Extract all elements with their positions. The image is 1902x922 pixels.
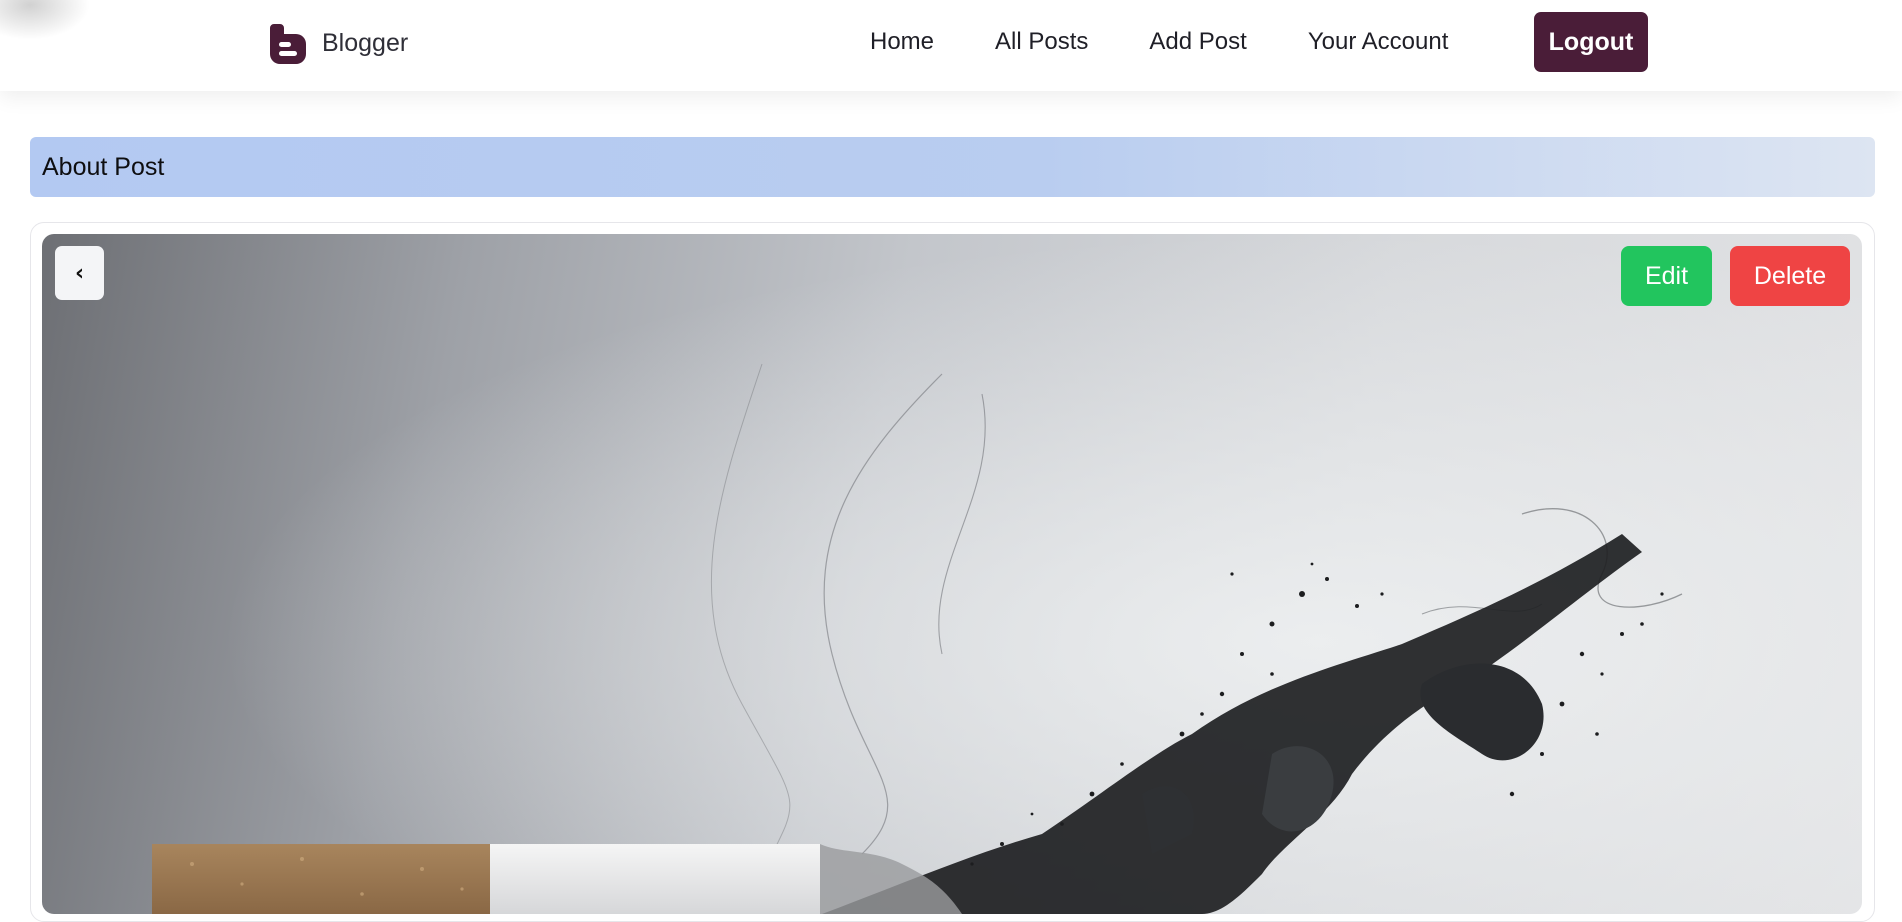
- section-title: About Post: [42, 152, 165, 181]
- logout-button[interactable]: Logout: [1534, 12, 1648, 72]
- nav-link-all-posts[interactable]: All Posts: [995, 28, 1088, 56]
- nav-link-home[interactable]: Home: [870, 28, 934, 56]
- edit-button[interactable]: Edit: [1621, 246, 1712, 306]
- back-button[interactable]: ‹: [55, 246, 104, 300]
- post-image-illustration: [42, 234, 1862, 914]
- nav-link-add-post[interactable]: Add Post: [1149, 28, 1246, 56]
- nav-links: Home All Posts Add Post Your Account: [870, 12, 1509, 72]
- brand-name: Blogger: [322, 28, 409, 57]
- post-image: [42, 234, 1862, 914]
- navbar: Blogger Home All Posts Add Post Your Acc…: [0, 0, 1902, 91]
- delete-button[interactable]: Delete: [1730, 246, 1850, 306]
- chevron-left-icon: ‹: [74, 260, 85, 286]
- blogger-logo-icon: [264, 20, 310, 66]
- decorative-shadow: [0, 0, 90, 40]
- brand[interactable]: Blogger: [264, 20, 408, 66]
- section-header: About Post: [30, 137, 1875, 197]
- nav-link-your-account[interactable]: Your Account: [1308, 28, 1449, 56]
